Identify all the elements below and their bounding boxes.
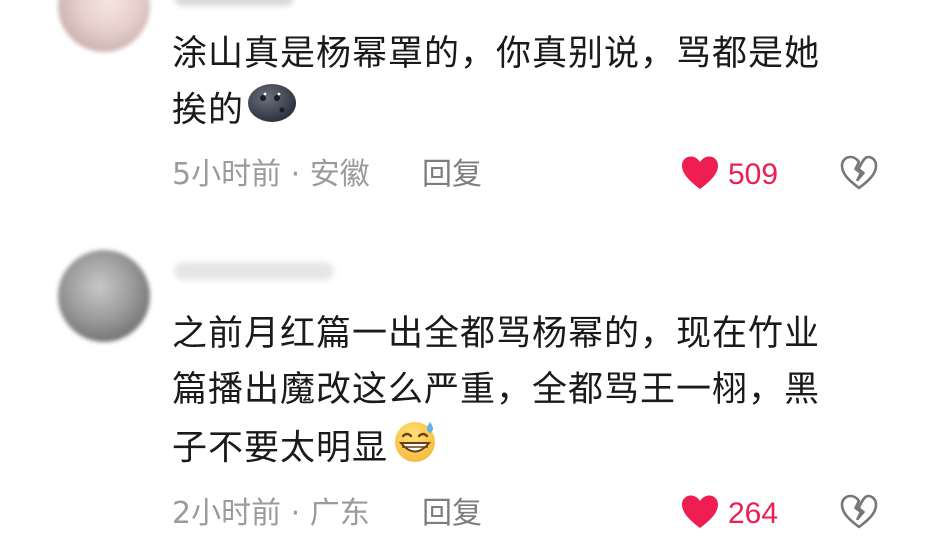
heart-filled-icon bbox=[680, 155, 720, 195]
reply-button[interactable]: 回复 bbox=[422, 494, 482, 534]
like-count: 509 bbox=[728, 158, 779, 191]
comment-text: 涂山真是杨幂罩的，你真别说，骂都是她 挨的 bbox=[172, 26, 872, 141]
avatar[interactable] bbox=[58, 250, 150, 342]
dislike-button[interactable] bbox=[838, 494, 880, 534]
broken-heart-icon bbox=[839, 155, 879, 195]
avatar[interactable] bbox=[58, 0, 150, 52]
comment-text-line: 之前月红篇一出全都骂杨幂的，现在竹业 bbox=[172, 314, 821, 354]
username-blurred[interactable] bbox=[174, 0, 294, 6]
comment-text-line: 挨的 bbox=[172, 82, 872, 141]
like-button[interactable]: 509 bbox=[680, 155, 778, 195]
comment-list: 涂山真是杨幂罩的，你真别说，骂都是她 挨的 5小时前 · 安徽 回复 509 之… bbox=[0, 0, 948, 549]
comment-text-line: 篇播出魔改这么严重，全都骂王一栩，黑 bbox=[172, 370, 821, 410]
like-button[interactable]: 264 bbox=[680, 494, 778, 534]
new-moon-face-emoji-icon bbox=[246, 82, 298, 141]
broken-heart-icon bbox=[839, 494, 879, 534]
comment-time-location: 2小时前 · 广东 bbox=[172, 496, 370, 531]
like-count: 264 bbox=[728, 497, 779, 530]
heart-filled-icon bbox=[680, 494, 720, 534]
reply-button[interactable]: 回复 bbox=[422, 155, 482, 195]
comment-time-location: 5小时前 · 安徽 bbox=[172, 157, 370, 192]
grinning-sweat-emoji-icon bbox=[390, 418, 440, 481]
comment-text: 之前月红篇一出全都骂杨幂的，现在竹业 篇播出魔改这么严重，全都骂王一栩，黑 子不… bbox=[172, 306, 872, 481]
comment-text-line: 子不要太明显 bbox=[172, 418, 872, 481]
username-blurred[interactable] bbox=[174, 262, 334, 280]
dislike-button[interactable] bbox=[838, 155, 880, 195]
comment-text-line: 涂山真是杨幂罩的，你真别说，骂都是她 bbox=[172, 34, 821, 74]
